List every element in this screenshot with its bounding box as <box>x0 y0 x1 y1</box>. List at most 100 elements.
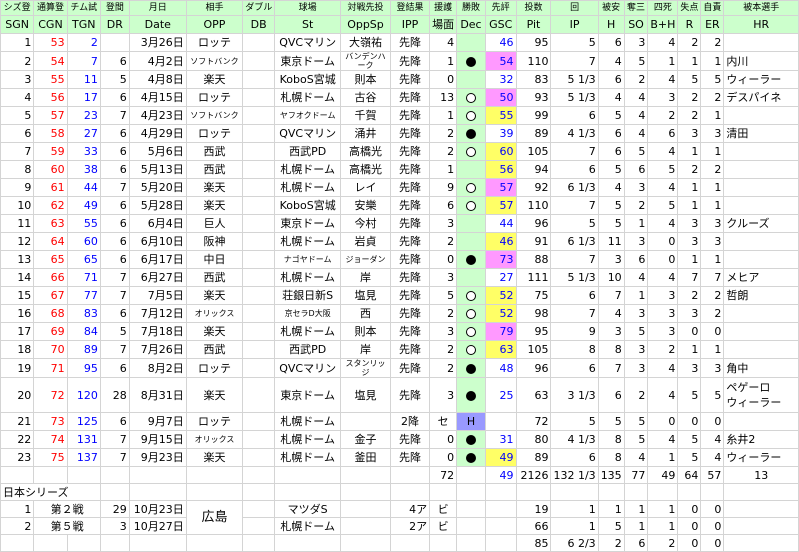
dr-cell: 7 <box>99 268 130 287</box>
stadium-cell: KoboS宮城 <box>274 196 342 215</box>
innings-cell: 6 <box>550 448 599 467</box>
walks-cell: 6 <box>647 124 679 143</box>
opp-starter-cell: バンデンハーク <box>340 51 391 71</box>
ipp-cell: 先降 <box>389 286 431 305</box>
date-cell: 5月6日 <box>128 142 187 161</box>
empty-cell <box>389 534 431 552</box>
ipp-cell: 先降 <box>389 160 431 179</box>
dr-cell: 7 <box>99 286 130 305</box>
support-cell: 3 <box>429 322 458 341</box>
pitch-count-cell: 91 <box>515 232 552 251</box>
walks-cell: 2 <box>647 340 679 359</box>
empty-cell <box>274 466 342 484</box>
header-cell-ja: 登間 <box>99 0 130 16</box>
empty-cell <box>242 466 276 484</box>
decision-cell <box>456 88 486 107</box>
stadium-cell: 東京ドーム <box>274 214 342 233</box>
stadium-cell: 札幌ドーム <box>274 232 342 251</box>
header-cell-code: TGN <box>66 15 101 34</box>
cgn-cell: 73 <box>33 412 68 431</box>
hits-cell: 5 <box>597 106 625 125</box>
date-cell: 6月10日 <box>128 232 187 251</box>
loss-mark-icon <box>465 309 476 319</box>
js-support-cell: ビ <box>429 500 458 518</box>
cgn-cell: 56 <box>33 88 68 107</box>
innings-cell: 3 1/3 <box>550 377 599 413</box>
header-cell-code: Pit <box>515 15 552 34</box>
decision-cell <box>456 214 486 233</box>
opp-cell: ロッテ <box>185 412 244 431</box>
opp-starter-cell: 岸 <box>340 268 391 287</box>
empty-cell <box>185 534 244 552</box>
ipp-cell: 先降 <box>389 322 431 341</box>
cgn-cell: 58 <box>33 124 68 143</box>
total-pitches-cell: 2126 <box>515 466 552 484</box>
stadium-cell: QVCマリン <box>274 124 342 143</box>
strikeouts-cell: 3 <box>623 340 649 359</box>
hits-cell: 6 <box>597 377 625 413</box>
js-innings-cell: 1 <box>550 500 599 518</box>
header-cell-ja: 勝敗 <box>456 0 486 16</box>
empty-cell <box>128 483 187 501</box>
innings-cell: 6 <box>550 160 599 179</box>
support-cell: 2 <box>429 358 458 378</box>
js-earned-cell: 0 <box>700 517 725 535</box>
pitch-count-cell: 96 <box>515 214 552 233</box>
dr-cell: 5 <box>99 322 130 341</box>
db-cell <box>242 430 276 449</box>
decision-cell <box>456 286 486 305</box>
sgn-cell: 15 <box>0 286 35 305</box>
season-total-row: 72 49 2126 132 1/3 135 77 49 64 57 13 <box>0 466 799 484</box>
hits-cell: 5 <box>597 160 625 179</box>
dr-cell: 6 <box>99 142 130 161</box>
total-innings-cell: 132 1/3 <box>550 466 599 484</box>
tgn-cell: 83 <box>66 304 101 323</box>
game-row: 2 54 7 6 4月2日 ソフトバンク 東京ドーム バンデンハーク 先降 1 54 110 7 4 5 1 1… <box>0 51 799 71</box>
dr-cell: 6 <box>99 304 130 323</box>
walks-cell: 4 <box>647 430 679 449</box>
game-row: 23 75 137 7 9月23日 楽天 札幌ドーム 釜田 先降 0 49 89 6 8 4 1 5 4 ウィーラー <box>0 448 799 467</box>
strikeouts-cell: 4 <box>623 124 649 143</box>
ipp-cell: 先降 <box>389 51 431 71</box>
db-cell <box>242 412 276 431</box>
date-cell: 7月18日 <box>128 322 187 341</box>
gsc-cell: 49 <box>484 448 517 467</box>
date-cell: 4月23日 <box>128 106 187 125</box>
pitch-count-cell: 110 <box>515 196 552 215</box>
sgn-cell: 18 <box>0 340 35 359</box>
ipp-cell: 先降 <box>389 232 431 251</box>
js-game-cell: 第５戦 <box>33 517 101 535</box>
db-cell <box>242 70 276 89</box>
js-stadium-cell: マツダS <box>274 500 342 518</box>
tgn-cell: 55 <box>66 214 101 233</box>
dr-cell: 6 <box>99 51 130 71</box>
header-cell-ja: 通算登 <box>33 0 68 16</box>
win-mark-icon <box>465 129 476 139</box>
total-runs-cell: 64 <box>677 466 702 484</box>
opp-cell: オリックス <box>185 430 244 449</box>
japan-series-row: 1 第２戦 29 10月23日 広島 マツダS 4アビ 19 1 1 1 1 0 0 <box>0 500 799 535</box>
sgn-cell: 13 <box>0 250 35 269</box>
support-cell: 0 <box>429 70 458 89</box>
innings-cell: 5 <box>550 214 599 233</box>
cgn-cell: 55 <box>33 70 68 89</box>
pitch-count-cell: 96 <box>515 358 552 378</box>
earned-runs-cell: 3 <box>700 214 725 233</box>
cgn-cell: 61 <box>33 178 68 197</box>
empty-cell <box>484 517 517 535</box>
runs-cell: 3 <box>677 304 702 323</box>
total-strikeouts-cell: 77 <box>623 466 649 484</box>
ipp-cell: 先降 <box>389 268 431 287</box>
cgn-cell: 66 <box>33 268 68 287</box>
js-total-runs: 0 <box>677 534 702 552</box>
game-row: 16 68 83 6 7月12日 オリックス 京セラD大阪西先降 2 52 98 7 4 3 3 3 2 <box>0 304 799 323</box>
gsc-cell: 57 <box>484 178 517 197</box>
opp-cell: 楽天 <box>185 70 244 89</box>
game-row: 8 60 38 6 5月13日 西武 札幌ドーム 高橋光 先降 1 56 94 6 5 6 5 2 2 <box>0 160 799 179</box>
header-cell-ja: 相手 <box>185 0 244 16</box>
sgn-cell: 5 <box>0 106 35 125</box>
tgn-cell: 2 <box>66 33 101 52</box>
ipp-cell: 先降 <box>389 142 431 161</box>
js-runs-cell: 0 <box>677 517 702 535</box>
ipp-cell: 先降 <box>389 430 431 449</box>
